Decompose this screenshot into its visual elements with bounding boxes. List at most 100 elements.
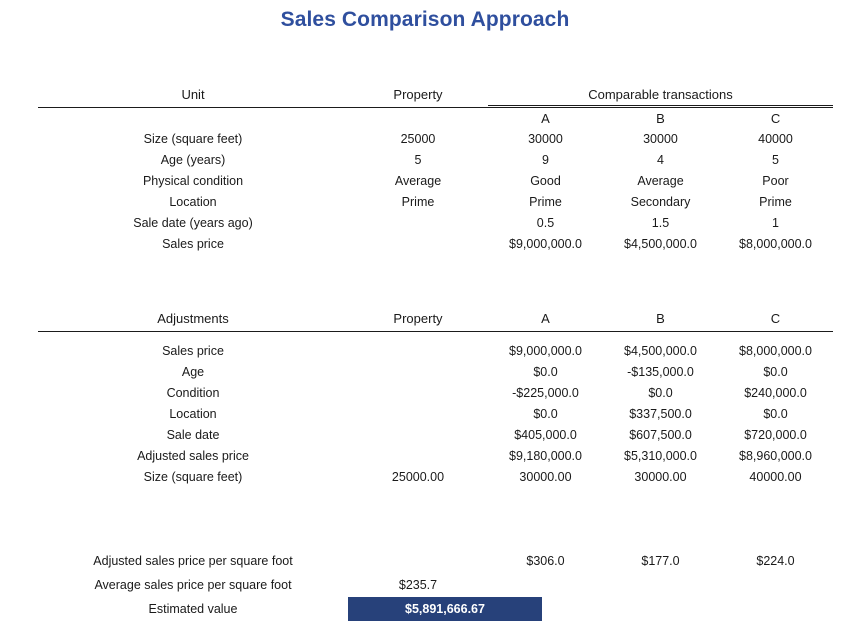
row-label: Average sales price per square foot	[94, 578, 292, 592]
row-value-c: $720,000.0	[744, 428, 807, 442]
table2-column-a: A	[541, 311, 550, 326]
table2-header-row: Adjustments Property A B C	[38, 308, 833, 329]
row-value-b: $5,310,000.0	[624, 449, 697, 463]
summary-table: Adjusted sales price per square foot $30…	[38, 549, 833, 621]
row-value-a: Prime	[529, 195, 562, 209]
row-property	[348, 549, 488, 573]
table-row: Sales price $9,000,000.0 $4,500,000.0 $8…	[38, 341, 833, 362]
row-label: Adjusted sales price per square foot	[93, 554, 293, 568]
sales-comparison-unit-table: Unit Property Comparable transactions A …	[38, 84, 834, 255]
row-value-c: 40000.00	[749, 470, 802, 484]
sales-comparison-adjustments-table: Adjustments Property A B C Sales price $…	[38, 308, 833, 488]
table2-column-c: C	[770, 311, 781, 326]
row-value-b: $4,500,000.0	[624, 344, 697, 358]
row-value-b	[603, 573, 718, 597]
row-value-c: 40000	[758, 132, 793, 146]
row-value-c: $8,960,000.0	[739, 449, 812, 463]
row-value-c: Prime	[759, 195, 792, 209]
row-label: Estimated value	[148, 602, 238, 616]
row-value-c: $224.0	[756, 554, 795, 568]
row-label: Size (square feet)	[143, 470, 243, 484]
spacer-cell	[348, 108, 488, 130]
row-property	[348, 425, 488, 446]
table-row: Condition -$225,000.0 $0.0 $240,000.0	[38, 383, 833, 404]
row-value-a: $405,000.0	[514, 428, 577, 442]
row-property: $235.7	[398, 578, 438, 592]
spacer-cell	[603, 331, 718, 341]
row-value-a: 9	[542, 153, 549, 167]
row-value-a: 30000	[528, 132, 563, 146]
row-value-b: -$135,000.0	[627, 365, 694, 379]
table1-header-row: Unit Property Comparable transactions	[38, 84, 834, 106]
row-value-b: $337,500.0	[629, 407, 692, 421]
row-value-b: $4,500,000.0	[624, 237, 697, 251]
table-row: Location Prime Prime Secondary Prime	[38, 192, 833, 213]
table2-header-property: Property	[393, 311, 443, 326]
row-label: Sale date (years ago)	[133, 216, 253, 230]
row-value-c: 1	[772, 216, 779, 230]
row-property	[348, 341, 488, 362]
row-value-c: $240,000.0	[744, 386, 807, 400]
row-value-c	[718, 597, 833, 621]
table1-header-comparable-transactions: Comparable transactions	[488, 84, 834, 106]
spacer-cell	[348, 331, 488, 341]
row-value-b: 30000.00	[634, 470, 687, 484]
row-value-a: 0.5	[536, 216, 555, 230]
row-property	[348, 234, 488, 255]
table-row: Age $0.0 -$135,000.0 $0.0	[38, 362, 833, 383]
row-label: Size (square feet)	[143, 132, 243, 146]
row-label: Age	[181, 365, 205, 379]
spacer-cell	[718, 331, 833, 341]
table-row: Location $0.0 $337,500.0 $0.0	[38, 404, 833, 425]
row-value-c: Poor	[762, 174, 789, 188]
table1-subheader-row: A B C	[38, 108, 833, 130]
table1-column-a: A	[541, 111, 550, 126]
table-row: Physical condition Average Good Average …	[38, 171, 833, 192]
row-label: Condition	[166, 386, 220, 400]
row-value-b: Secondary	[630, 195, 691, 209]
row-value-a: $9,180,000.0	[509, 449, 582, 463]
row-value-b: Average	[637, 174, 684, 188]
summary-row-average-price-per-sqft: Average sales price per square foot $235…	[38, 573, 833, 597]
row-property: Average	[394, 174, 442, 188]
table-row: Age (years) 5 9 4 5	[38, 150, 833, 171]
table-row: Size (square feet) 25000.00 30000.00 300…	[38, 467, 833, 488]
table1-column-c: C	[770, 111, 781, 126]
table-row: Size (square feet) 25000 30000 30000 400…	[38, 129, 833, 150]
row-property	[348, 383, 488, 404]
row-value-b	[603, 597, 718, 621]
table2-spacer-row	[38, 331, 833, 341]
row-property: 25000.00	[391, 470, 445, 484]
row-property: 25000	[400, 132, 436, 146]
table2-header-adjustments: Adjustments	[157, 311, 229, 326]
row-label: Sale date	[166, 428, 220, 442]
row-value-a: Good	[530, 174, 561, 188]
summary-row-adjusted-price-per-sqft: Adjusted sales price per square foot $30…	[38, 549, 833, 573]
row-property	[348, 446, 488, 467]
row-value-a: $9,000,000.0	[509, 344, 582, 358]
row-label: Sales price	[162, 237, 224, 251]
row-property: Prime	[401, 195, 435, 209]
row-value-c: $0.0	[763, 407, 788, 421]
row-label: Age (years)	[160, 153, 226, 167]
table2-column-b: B	[656, 311, 665, 326]
row-label: Adjusted sales price	[137, 449, 249, 463]
table1-header-property: Property	[393, 87, 443, 103]
row-value-a: $9,000,000.0	[509, 237, 582, 251]
row-label: Sales price	[162, 344, 224, 358]
spacer-cell	[38, 331, 348, 341]
row-value-b: $177.0	[641, 554, 680, 568]
page-title: Sales Comparison Approach	[280, 8, 570, 31]
summary-row-estimated-value: Estimated value $5,891,666.67	[38, 597, 833, 621]
row-value-c: $8,000,000.0	[739, 344, 812, 358]
row-value-a: -$225,000.0	[512, 386, 579, 400]
row-value-a: 30000.00	[519, 470, 572, 484]
row-value-b: $607,500.0	[629, 428, 692, 442]
estimated-value-cell: $5,891,666.67	[348, 597, 542, 621]
row-value-c: 5	[772, 153, 779, 167]
table-row: Sales price $9,000,000.0 $4,500,000.0 $8…	[38, 234, 833, 255]
row-property	[348, 213, 488, 234]
table1-column-b: B	[656, 111, 665, 126]
row-value-b: 30000	[643, 132, 678, 146]
row-value-a: $0.0	[533, 365, 558, 379]
